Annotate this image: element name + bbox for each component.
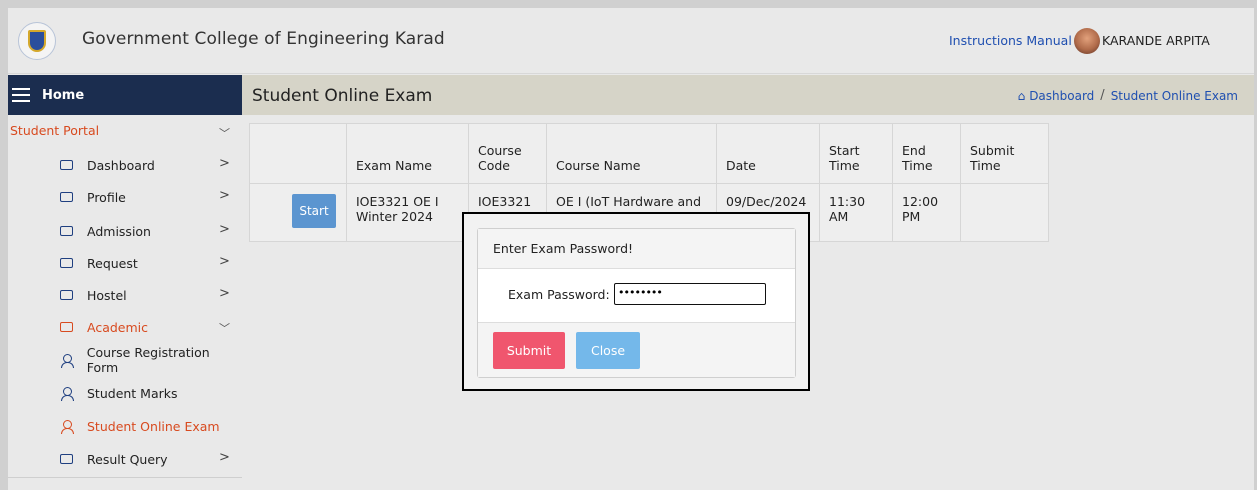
header-text: Start [829,143,860,158]
chevron-right-icon[interactable]: > [219,222,230,237]
sidebar-item-admission[interactable]: Admission [60,221,151,241]
sidebar-item-label: Course Registration Form [86,345,210,375]
user-icon [60,386,74,401]
column-header-course-code: Course Code [468,123,547,184]
breadcrumb-dashboard[interactable]: Dashboard [1029,89,1094,103]
modal-title: Enter Exam Password! [478,229,795,269]
sidebar-divider [8,477,242,478]
column-header-end-time: End Time [892,123,961,184]
end-time-text: PM [902,209,921,224]
sidebar-item-label: Academic [87,319,149,335]
header-text: Time [829,158,860,173]
start-exam-button[interactable]: Start [292,194,336,228]
end-time-cell: 12:00 PM [892,183,961,242]
sidebar-item-label: Hostel [87,287,127,303]
header-text: Code [478,158,511,173]
submit-time-cell [960,183,1049,242]
username[interactable]: KARANDE ARPITA [1102,33,1210,48]
sidebar: Student Portal ﹀ Dashboard > Profile > A… [8,115,242,490]
chevron-down-icon[interactable]: ﹀ [219,125,230,141]
column-header-date: Date [716,123,820,184]
sidebar-item-label: Student Marks [87,385,178,401]
exam-name-text: IOE3321 OE I [356,194,439,209]
sidebar-item-course-registration-form[interactable]: Course Registration Form [60,345,242,375]
column-header-action [249,123,347,184]
header-text: Course Name [556,158,641,173]
header-text: Time [970,158,1001,173]
password-modal: Enter Exam Password! Exam Password: ••••… [477,228,796,378]
header-text: Time [902,158,933,173]
column-header-exam-name: Exam Name [346,123,469,184]
menu-icon[interactable] [12,88,30,102]
sidebar-item-profile[interactable]: Profile [60,187,126,207]
window-icon [60,322,73,332]
password-input[interactable]: •••••••• [614,283,766,305]
college-logo [18,22,56,60]
breadcrumb-separator: / [1100,88,1105,103]
header-text: Exam Name [356,158,432,173]
exam-name-cell: IOE3321 OE I Winter 2024 [346,183,469,242]
top-header: Government College of Engineering Karad … [8,8,1254,74]
sidebar-item-label: Dashboard [87,157,155,173]
sidebar-item-student-online-exam[interactable]: Student Online Exam [60,416,220,436]
page-title: Student Online Exam [252,86,433,106]
sidebar-item-hostel[interactable]: Hostel [60,285,127,305]
sidebar-item-label: Student Online Exam [87,418,220,434]
password-label: Exam Password: [508,287,610,302]
sidebar-item-result-query[interactable]: Result Query [60,449,168,469]
submit-button[interactable]: Submit [493,332,565,369]
chevron-right-icon[interactable]: > [219,156,230,171]
sidebar-item-label: Result Query [87,451,168,467]
sidebar-section-student-portal[interactable]: Student Portal [10,123,99,138]
chevron-right-icon[interactable]: > [219,450,230,465]
window-icon [60,454,73,464]
sidebar-item-dashboard[interactable]: Dashboard [60,155,155,175]
college-name: Government College of Engineering Karad [82,29,445,49]
sidebar-item-label: Request [87,255,138,271]
sidebar-item-academic[interactable]: Academic [60,317,148,337]
breadcrumb-current: Student Online Exam [1110,88,1238,103]
sidebar-item-student-marks[interactable]: Student Marks [60,383,178,403]
sidebar-item-request[interactable]: Request [60,253,138,273]
window-icon [60,226,73,236]
instructions-manual-link[interactable]: Instructions Manual [949,33,1072,48]
sidebar-item-label: Profile [87,189,126,205]
user-icon [60,353,74,368]
exam-name-text: Winter 2024 [356,209,433,224]
title-bar: Student Online Exam ⌂ Dashboard / Studen… [242,75,1254,115]
avatar[interactable] [1074,28,1100,54]
home-icon: ⌂ [1017,88,1026,103]
sidebar-item-label: Admission [87,223,151,239]
college-crest-icon [28,30,46,52]
window-icon [60,290,73,300]
user-icon [60,419,74,434]
chevron-down-icon[interactable]: ﹀ [219,320,230,336]
chevron-right-icon[interactable]: > [219,254,230,269]
modal-footer: Submit Close [478,323,795,377]
end-time-text: 12:00 [902,194,939,209]
breadcrumb: ⌂ Dashboard / Student Online Exam [1018,88,1238,103]
column-header-course-name: Course Name [546,123,717,184]
header-text: Submit [970,143,1015,158]
chevron-right-icon[interactable]: > [219,188,230,203]
table-header-row: Exam Name Course Code Course Name Date St… [249,123,1049,184]
chevron-right-icon[interactable]: > [219,286,230,301]
column-header-submit-time: Submit Time [960,123,1049,184]
start-time-cell: 11:30 AM [819,183,893,242]
action-cell: Start [249,183,347,242]
window-icon [60,192,73,202]
close-button[interactable]: Close [576,332,640,369]
header-text: End [902,143,926,158]
home-bar[interactable]: Home [8,75,242,115]
modal-body: Exam Password: •••••••• [478,269,795,323]
column-header-start-time: Start Time [819,123,893,184]
window-icon [60,160,73,170]
header-text: Date [726,158,756,173]
home-label[interactable]: Home [42,88,84,103]
header-text: Course [478,143,522,158]
window-icon [60,258,73,268]
